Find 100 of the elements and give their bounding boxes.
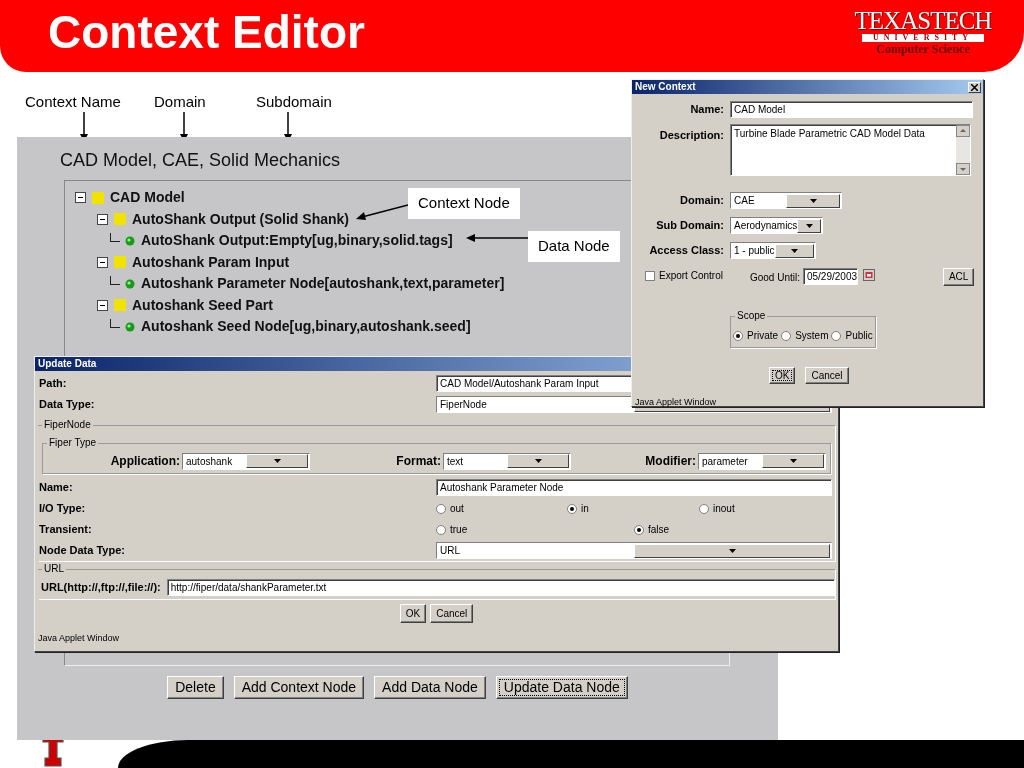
radio-button[interactable] bbox=[733, 330, 743, 341]
caret-icon bbox=[534, 459, 542, 463]
group-legend: FiperNode bbox=[42, 419, 93, 431]
option-label[interactable]: System bbox=[795, 328, 829, 343]
input-field[interactable]: http://fiper/data/shankParameter.txt bbox=[166, 579, 835, 596]
field-label: Data Type: bbox=[39, 397, 96, 413]
group-legend: Fiper Type bbox=[47, 437, 99, 449]
context-heading: CAD Model, CAE, Solid Mechanics bbox=[60, 149, 342, 171]
field-label: Sub Domain: bbox=[655, 218, 724, 233]
field-label: Access Class: bbox=[648, 243, 724, 258]
option-label[interactable]: Public bbox=[845, 328, 873, 343]
caret-icon bbox=[809, 198, 817, 203]
field-label: I/O Type: bbox=[39, 501, 87, 517]
field-label: Name: bbox=[689, 102, 724, 117]
tree-item[interactable]: Autoshank Seed Part bbox=[132, 294, 273, 316]
data-node-icon bbox=[125, 278, 135, 289]
slide-title: Context Editor bbox=[48, 5, 365, 60]
field-label: Application: bbox=[110, 453, 180, 470]
logo-wordmark: TEXASTECH bbox=[853, 8, 993, 33]
folder-icon bbox=[114, 299, 126, 312]
acl-button[interactable]: ACL bbox=[942, 268, 975, 286]
arrow bbox=[356, 204, 408, 220]
field-label: Transient: bbox=[39, 522, 93, 538]
option-label[interactable]: false bbox=[648, 522, 670, 537]
field-label: Good Until: bbox=[749, 271, 800, 285]
tree-item[interactable]: CAD Model bbox=[110, 187, 185, 209]
caret-icon bbox=[805, 223, 813, 228]
field-label: Name: bbox=[39, 480, 74, 496]
radio-button[interactable] bbox=[436, 524, 446, 535]
calendar-icon bbox=[862, 269, 875, 281]
field-label: Modifier: bbox=[645, 453, 696, 470]
dropdown-field[interactable]: 1 - public bbox=[730, 242, 816, 259]
collapse-icon[interactable] bbox=[97, 213, 108, 225]
option-label[interactable]: true bbox=[450, 522, 468, 537]
radio-button[interactable] bbox=[436, 503, 446, 514]
close-button[interactable] bbox=[968, 81, 981, 93]
data-node-icon bbox=[125, 321, 135, 332]
radio-button[interactable] bbox=[781, 330, 792, 341]
option-label[interactable]: inout bbox=[713, 501, 735, 516]
radio-button[interactable] bbox=[634, 524, 644, 535]
field-label: Node Data Type: bbox=[39, 543, 126, 559]
folder-icon bbox=[114, 213, 126, 226]
group-legend: Scope bbox=[735, 310, 768, 322]
collapse-icon[interactable] bbox=[75, 192, 86, 204]
dropdown-field[interactable]: parameter bbox=[698, 452, 826, 470]
callout-label: Context Node bbox=[408, 188, 520, 219]
group-legend: URL bbox=[42, 563, 66, 575]
callout-label: Data Node bbox=[528, 231, 620, 262]
logo-subline: UNIVERSITY bbox=[862, 34, 984, 42]
caret-icon bbox=[273, 459, 281, 463]
dialog-button[interactable]: Cancel bbox=[430, 604, 474, 623]
dialog-button[interactable]: OK bbox=[769, 367, 796, 384]
radio-button[interactable] bbox=[831, 330, 842, 341]
tree-item[interactable]: AutoShank Output:Empty[ug,binary,solid.tags] bbox=[141, 230, 453, 252]
status-text: Java Applet Window bbox=[634, 396, 718, 409]
checkbox-label[interactable]: Export Control bbox=[659, 268, 723, 283]
dropdown-field[interactable]: text bbox=[443, 452, 571, 470]
dropdown-field[interactable]: autoshank bbox=[182, 452, 310, 470]
field-label: Domain: bbox=[679, 193, 724, 208]
caret-icon bbox=[790, 248, 798, 253]
field-label: Format: bbox=[396, 453, 441, 470]
caret-icon bbox=[728, 548, 736, 553]
dropdown-field[interactable]: Aerodynamics bbox=[730, 217, 823, 234]
folder-icon bbox=[92, 191, 104, 204]
date-field[interactable]: 05/29/2003 bbox=[802, 268, 858, 285]
radio-button[interactable] bbox=[567, 503, 577, 514]
option-label[interactable]: Private bbox=[747, 328, 779, 343]
annotation-label: Domain bbox=[154, 92, 206, 112]
field-label: Description: bbox=[658, 128, 724, 143]
field-label: Path: bbox=[39, 376, 68, 392]
tree-item[interactable]: Autoshank Seed Node[ug,binary,autoshank.seed] bbox=[141, 316, 471, 338]
input-field[interactable]: Autoshank Parameter Node bbox=[436, 479, 832, 496]
radio-button[interactable] bbox=[699, 503, 709, 514]
field-label: URL(http://,ftp://,file://): bbox=[41, 580, 161, 596]
dropdown-field[interactable]: CAE bbox=[730, 192, 842, 209]
scrollbar[interactable] bbox=[956, 125, 970, 175]
tree-item[interactable]: AutoShank Output (Solid Shank) bbox=[132, 208, 349, 230]
annotation-label: Context Name bbox=[25, 92, 121, 112]
window-title: Update Data bbox=[38, 357, 97, 371]
option-label[interactable]: out bbox=[450, 501, 464, 516]
department-label: Computer Science bbox=[875, 43, 971, 55]
caret-icon bbox=[789, 459, 797, 463]
action-button[interactable]: Delete bbox=[167, 676, 224, 699]
action-button[interactable]: Update Data Node bbox=[495, 676, 628, 699]
status-text: Java Applet Window bbox=[37, 632, 121, 645]
arrow bbox=[466, 234, 528, 242]
tree-item[interactable]: Autoshank Param Input bbox=[132, 251, 290, 273]
dialog-button[interactable]: Cancel bbox=[805, 367, 849, 384]
action-button[interactable]: Add Data Node bbox=[374, 676, 486, 699]
window-title: New Context bbox=[635, 80, 696, 94]
option-label[interactable]: in bbox=[581, 501, 589, 516]
collapse-icon[interactable] bbox=[97, 256, 108, 268]
dropdown-field[interactable]: URL bbox=[436, 542, 832, 559]
collapse-icon[interactable] bbox=[97, 299, 108, 311]
tree-item[interactable]: Autoshank Parameter Node[autoshank,text,parameter] bbox=[141, 273, 505, 295]
checkbox[interactable] bbox=[645, 270, 655, 281]
input-field[interactable]: CAD Model bbox=[730, 101, 973, 118]
folder-icon bbox=[114, 256, 126, 269]
dialog-button[interactable]: OK bbox=[399, 604, 427, 623]
action-button[interactable]: Add Context Node bbox=[233, 676, 365, 699]
